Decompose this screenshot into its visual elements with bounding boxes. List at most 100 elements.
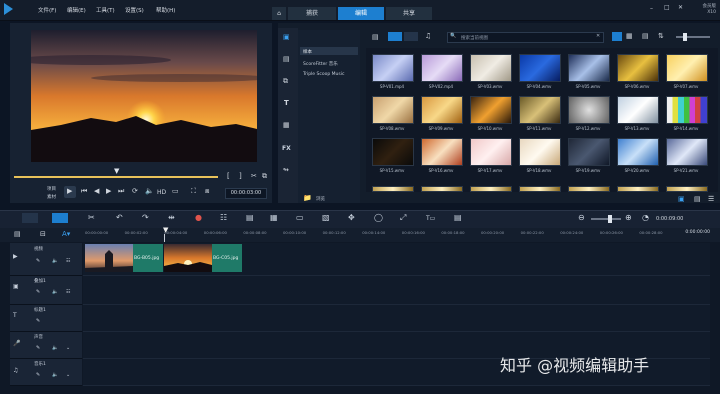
media-thumbnail-partial[interactable] [372, 186, 414, 192]
music-mute-icon[interactable]: 🔈 [52, 372, 58, 378]
motion-tracking-icon[interactable]: ▦ [270, 213, 278, 222]
media-thumbnail[interactable] [372, 138, 414, 166]
media-thumbnail[interactable] [568, 138, 610, 166]
mark-out-icon[interactable]: ] [239, 172, 242, 180]
prev-frame-icon[interactable]: ◀ [94, 187, 99, 195]
zoom-in-icon[interactable]: ⊕ [625, 213, 632, 222]
media-thumbnail-partial[interactable] [617, 186, 659, 192]
split-clip-icon[interactable]: ✂ [251, 172, 257, 180]
menu-file[interactable]: 文件(F) [38, 6, 56, 14]
media-thumbnail-partial[interactable] [519, 186, 561, 192]
menu-help[interactable]: 帮助(H) [156, 6, 175, 14]
ripple-edit-icon[interactable]: A▾ [62, 230, 70, 238]
go-end-icon[interactable]: ⏭ [118, 187, 124, 196]
library-menu-icon[interactable]: ☰ [708, 195, 714, 203]
media-thumbnail[interactable] [568, 54, 610, 82]
zoom-slider[interactable] [591, 218, 621, 220]
overlay-edit-icon[interactable]: ✎ [36, 289, 40, 295]
media-thumbnail[interactable] [666, 138, 708, 166]
storyboard-view-button[interactable] [22, 213, 38, 223]
filter-video-button[interactable] [388, 32, 402, 41]
menu-edit[interactable]: 编辑(E) [67, 6, 86, 14]
playhead-marker-icon[interactable]: ▼ [114, 167, 119, 175]
voice-edit-icon[interactable]: ✎ [36, 345, 40, 351]
media-icon[interactable]: ▣ [283, 33, 290, 41]
media-thumbnail-partial[interactable] [470, 186, 512, 192]
player-timecode[interactable]: 00:00:03:00 [225, 188, 267, 199]
multi-camera-icon[interactable]: ▧ [322, 213, 330, 222]
filter-photo-button[interactable] [404, 32, 418, 41]
media-thumbnail-partial[interactable] [568, 186, 610, 192]
video-preview[interactable] [31, 30, 257, 162]
redo-icon[interactable]: ↷ [142, 213, 149, 222]
record-capture-icon[interactable]: ● [195, 213, 202, 222]
media-thumbnail-partial[interactable] [421, 186, 463, 192]
zoom-out-icon[interactable]: ⊖ [578, 213, 585, 222]
media-thumbnail[interactable] [421, 96, 463, 124]
volume-icon[interactable]: 🔈 [145, 187, 154, 195]
clip-mode-label[interactable]: 素材 [47, 194, 56, 200]
project-mode-label[interactable]: 项目 [47, 186, 56, 192]
browse-label[interactable]: 浏览 [316, 196, 325, 202]
media-thumbnail[interactable] [421, 54, 463, 82]
media-thumbnail[interactable] [666, 54, 708, 82]
overlay-mute-icon[interactable]: 🔈 [52, 289, 58, 295]
timeline-view-button[interactable] [52, 213, 68, 223]
music-expand-icon[interactable]: ⌄ [66, 372, 70, 378]
fit-timeline-icon[interactable]: ◔ [642, 213, 649, 222]
auto-music-icon[interactable]: ▤ [246, 213, 254, 222]
timeline-clip-2[interactable]: BG-C05.jpg [164, 244, 242, 272]
track-header-video[interactable] [10, 243, 82, 276]
browse-folder-icon[interactable]: 📁 [303, 194, 312, 202]
track-lane-overlay[interactable] [83, 276, 710, 305]
track-manager-icon[interactable]: ▤ [14, 230, 21, 238]
close-icon[interactable]: ✕ [678, 4, 683, 11]
title-icon[interactable]: T [284, 99, 289, 107]
tab-edit[interactable]: 编辑 [338, 7, 384, 20]
thumbnail-size-handle[interactable] [683, 33, 687, 41]
enlarge-preview-icon[interactable]: ⧉ [262, 172, 267, 181]
thumbnail-view-icon[interactable]: ▦ [626, 32, 633, 40]
screen-capture-icon[interactable]: ▤ [454, 213, 462, 222]
toolbox-icon[interactable]: ✂ [88, 213, 95, 222]
repeat-icon[interactable]: ⟳ [132, 187, 138, 195]
filter-audio-icon[interactable]: ♫ [425, 32, 431, 40]
subtitle-editor-icon[interactable]: ▭ [296, 213, 304, 222]
snapshot-icon[interactable]: ⧈ [205, 187, 209, 196]
title-track-edit-icon[interactable]: ✎ [36, 318, 40, 324]
timeline-clip-1[interactable]: BG-B05.jpg [85, 244, 163, 272]
media-thumbnail[interactable] [470, 54, 512, 82]
list-view-button[interactable] [612, 32, 622, 41]
timeline-playhead-icon[interactable]: ▼ [163, 226, 168, 234]
fullscreen-icon[interactable]: ⛶ [191, 187, 196, 196]
track-header-voice[interactable] [10, 332, 82, 359]
go-start-icon[interactable]: ⏮ [81, 187, 87, 196]
music-edit-icon[interactable]: ✎ [36, 372, 40, 378]
fx-filter-icon[interactable]: FX [282, 145, 291, 152]
fit-project-icon[interactable]: ⇹ [168, 213, 175, 222]
import-media-icon[interactable]: ▤ [372, 33, 379, 41]
home-icon[interactable]: ⌂ [272, 7, 286, 20]
media-thumbnail[interactable] [519, 54, 561, 82]
voice-expand-icon[interactable]: ⌄ [66, 345, 70, 351]
sort-icon[interactable]: ⇅ [658, 32, 664, 40]
grid-view-icon[interactable]: ▤ [642, 32, 649, 40]
mask-creator-icon[interactable]: ◯ [374, 213, 383, 222]
show-library-icon[interactable]: ▣ [678, 195, 685, 203]
scrubber-track[interactable] [14, 176, 218, 178]
media-thumbnail[interactable] [666, 96, 708, 124]
instant-project-icon[interactable]: ▤ [283, 55, 290, 63]
media-thumbnail[interactable] [470, 96, 512, 124]
thumbnail-size-slider[interactable] [676, 36, 710, 38]
chapter-point-icon[interactable]: ⊟ [40, 230, 46, 238]
panel-option-icon[interactable]: ▤ [694, 195, 701, 203]
transition-icon[interactable]: ⧉ [283, 77, 288, 86]
mark-in-icon[interactable]: [ [227, 172, 230, 180]
zoom-slider-handle[interactable] [608, 215, 612, 223]
media-thumbnail[interactable] [519, 96, 561, 124]
time-remap-icon[interactable]: ✥ [348, 213, 355, 222]
media-thumbnail[interactable] [421, 138, 463, 166]
menu-tools[interactable]: 工具(T) [96, 6, 115, 14]
overlay-enable-icon[interactable]: ☷ [66, 289, 70, 295]
voice-mute-icon[interactable]: 🔈 [52, 345, 58, 351]
